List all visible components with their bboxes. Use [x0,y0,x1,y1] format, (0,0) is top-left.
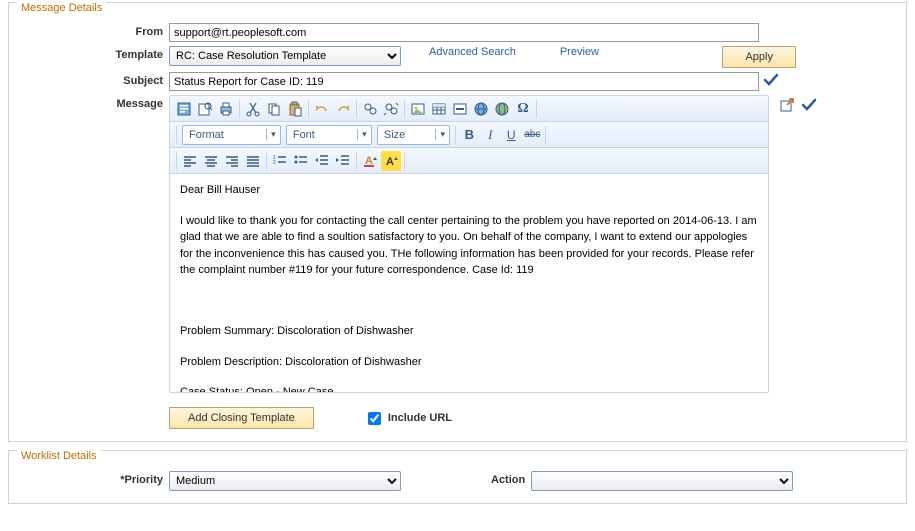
numbered-list-icon[interactable]: 12 [270,151,290,171]
action-label: Action [491,471,531,486]
editor-toolbar-1: Ω [170,96,768,122]
separator [308,100,309,118]
editor-body[interactable]: Dear Bill Hauser I would like to thank y… [170,174,768,392]
worklist-details-panel: Worklist Details *Priority Medium Action [8,450,907,504]
align-right-icon[interactable] [222,151,242,171]
message-label: Message [19,95,169,110]
image-icon[interactable] [408,99,428,119]
separator [356,100,357,118]
size-combo[interactable]: Size ▾ [377,125,450,145]
include-url-checkbox[interactable] [368,412,381,425]
panel-title-worklist: Worklist Details [17,450,101,462]
editor-toolbar-2: Format ▾ Font ▾ Size ▾ B I U ab [170,122,768,148]
align-left-icon[interactable] [180,151,200,171]
spellcheck-icon[interactable] [801,97,817,113]
chevron-down-icon: ▾ [357,129,371,140]
worklist-row: *Priority Medium Action [19,469,896,493]
panel-title-message: Message Details [17,2,106,14]
subject-input[interactable] [169,72,759,91]
anchor-icon[interactable] [492,99,512,119]
apply-button[interactable]: Apply [722,46,796,68]
copy-icon[interactable] [264,99,284,119]
message-details-panel: Message Details From Template RC: Case R… [8,2,907,442]
editor-toolbar-3: 12 A A [170,148,768,174]
cut-icon[interactable] [243,99,263,119]
italic-button[interactable]: I [480,125,500,145]
chevron-down-icon: ▾ [266,129,280,140]
replace-icon[interactable] [381,99,401,119]
specialchar-icon[interactable]: Ω [513,99,533,119]
strikethrough-button[interactable]: abc [522,125,542,145]
print-icon[interactable] [216,99,236,119]
link-icon[interactable] [471,99,491,119]
paste-icon[interactable] [285,99,305,119]
separator [404,100,405,118]
align-justify-icon[interactable] [243,151,263,171]
separator [545,126,546,144]
bold-button[interactable]: B [459,125,479,145]
align-center-icon[interactable] [201,151,221,171]
problem-summary: Problem Summary: Discoloration of Dishwa… [180,323,758,340]
separator [176,152,177,170]
problem-description: Problem Description: Discoloration of Di… [180,354,758,371]
popout-icon[interactable] [779,97,795,113]
template-label: Template [19,46,169,61]
spellcheck-icon[interactable] [763,72,779,88]
separator [266,152,267,170]
svg-text:A: A [386,156,394,168]
preview-link[interactable]: Preview [558,46,601,58]
from-label: From [19,23,169,38]
separator [239,100,240,118]
table-icon[interactable] [429,99,449,119]
paragraph-1: I would like to thank you for contacting… [180,213,758,279]
case-status: Case Status: Open - New Case [180,384,758,392]
undo-icon[interactable] [312,99,332,119]
priority-select[interactable]: Medium [169,471,401,491]
from-input[interactable] [169,23,759,42]
source-icon[interactable] [174,99,194,119]
subject-row: Subject [19,70,896,93]
underline-button[interactable]: U [501,125,521,145]
redo-icon[interactable] [333,99,353,119]
rich-text-editor: Ω Format ▾ Font ▾ Size [169,95,769,393]
separator [536,100,537,118]
template-select[interactable]: RC: Case Resolution Template [169,46,401,66]
bullet-list-icon[interactable] [291,151,311,171]
template-row: Template RC: Case Resolution Template Ad… [19,44,896,70]
greeting: Dear Bill Hauser [180,182,758,199]
separator [404,152,405,170]
separator [455,126,456,144]
include-url-label: Include URL [388,412,452,424]
svg-text:2: 2 [273,160,276,166]
from-row: From [19,21,896,44]
editor-side-icons [775,95,817,113]
indent-icon[interactable] [333,151,353,171]
text-color-icon[interactable]: A [360,151,380,171]
priority-label: *Priority [19,471,169,486]
hr-icon[interactable] [450,99,470,119]
subject-label: Subject [19,72,169,87]
message-row: Message [19,93,896,395]
separator [356,152,357,170]
format-combo[interactable]: Format ▾ [182,125,281,145]
action-select[interactable] [531,471,793,491]
chevron-down-icon: ▾ [435,129,449,140]
closing-row: Add Closing Template Include URL [19,405,896,431]
preview-icon[interactable] [195,99,215,119]
advanced-search-link[interactable]: Advanced Search [427,46,518,58]
find-icon[interactable] [360,99,380,119]
font-combo[interactable]: Font ▾ [286,125,372,145]
separator [176,126,177,144]
add-closing-template-button[interactable]: Add Closing Template [169,407,314,429]
bg-color-icon[interactable]: A [381,151,401,171]
outdent-icon[interactable] [312,151,332,171]
